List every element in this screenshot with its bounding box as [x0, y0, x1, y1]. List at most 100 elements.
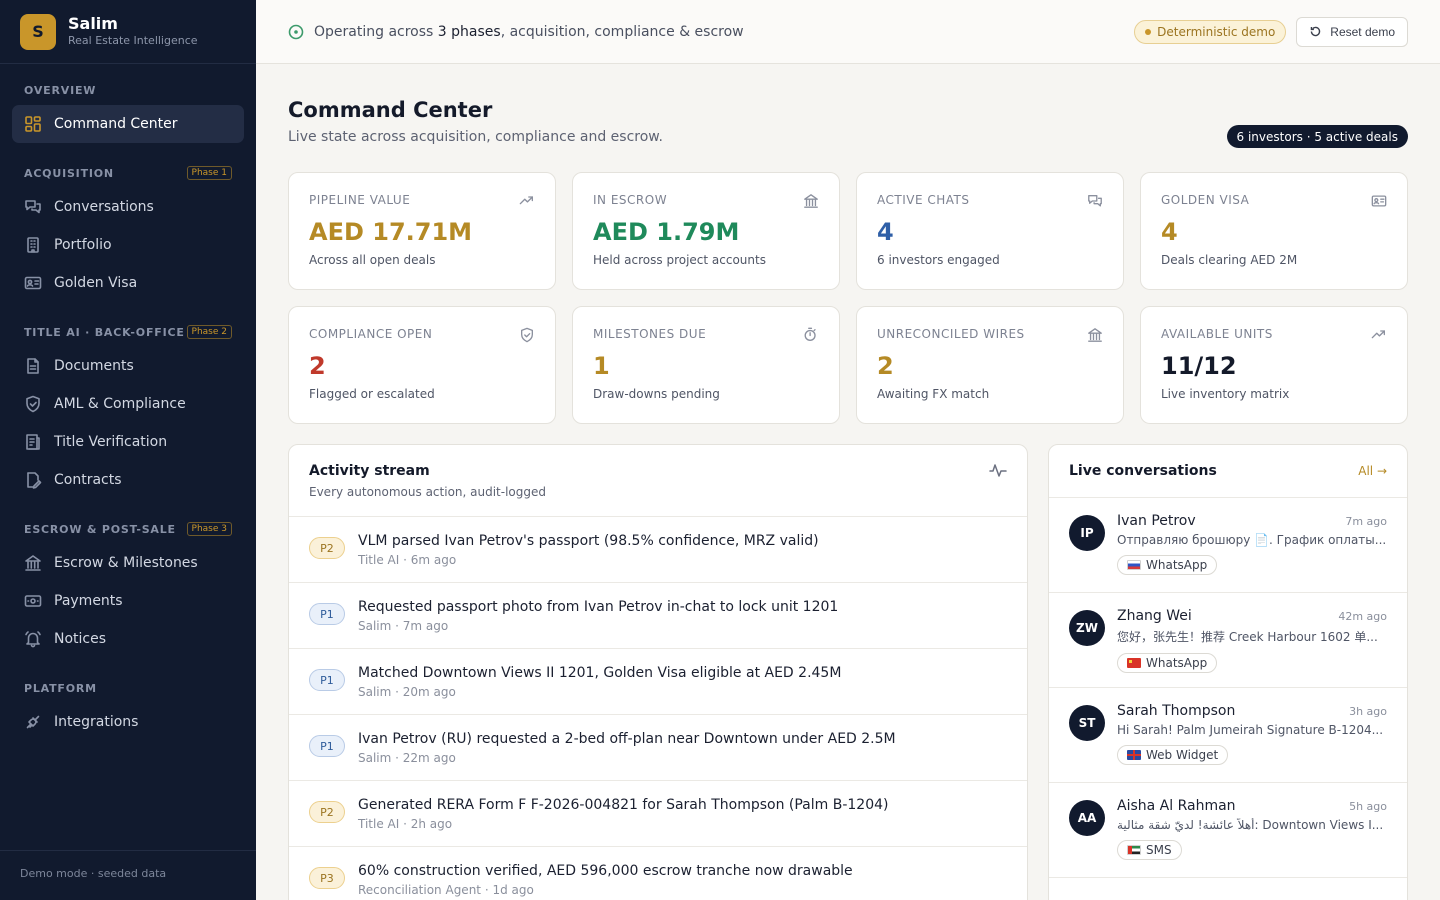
stat-label: GOLDEN VISA: [1161, 193, 1250, 207]
sidebar-item-label: Escrow & Milestones: [54, 555, 198, 571]
activity-row[interactable]: P1 Ivan Petrov (RU) requested a 2-bed off…: [289, 715, 1027, 781]
activity-meta: Title AI · 2h ago: [358, 817, 453, 831]
bank-icon: [803, 193, 819, 209]
flag-icon: [1127, 845, 1141, 855]
priority-badge: P1: [309, 669, 345, 691]
stat-label: PIPELINE VALUE: [309, 193, 411, 207]
channel-badge: SMS: [1117, 840, 1182, 860]
avatar: ST: [1069, 705, 1105, 741]
stat-label: UNRECONCILED WIRES: [877, 327, 1025, 341]
activity-meta: Salim · 22m ago: [358, 751, 456, 765]
stat-description: Across all open deals: [309, 253, 436, 267]
brand-subtitle: Real Estate Intelligence: [68, 33, 198, 47]
stat-card-pipeline-value[interactable]: PIPELINE VALUE AED 17.71M Across all open …: [288, 172, 556, 290]
page-subtitle: Live state across acquisition, complianc…: [288, 129, 663, 145]
conversation-name: Aisha Al Rahman: [1117, 798, 1236, 814]
sidebar-item-aml-compliance[interactable]: AML & Compliance: [12, 385, 244, 423]
contract-icon: [24, 471, 42, 489]
activity-text: VLM parsed Ivan Petrov's passport (98.5%…: [358, 533, 819, 549]
sidebar-item-contracts[interactable]: Contracts: [12, 461, 244, 499]
plug-icon: [24, 713, 42, 731]
activity-text: 60% construction verified, AED 596,000 e…: [358, 863, 853, 879]
sidebar-item-label: Documents: [54, 358, 134, 374]
conversation-time: 5h ago: [1349, 800, 1387, 813]
stat-description: Draw-downs pending: [593, 387, 720, 401]
activity-meta: Title AI · 6m ago: [358, 553, 457, 567]
activity-meta: Salim · 7m ago: [358, 619, 449, 633]
conversation-time: 3h ago: [1349, 705, 1387, 718]
nav-section: PLATFORM Integrations: [0, 678, 256, 741]
conversation-row[interactable]: IP Ivan Petrov 7m ago Отправляю брошюру 📄. …: [1049, 498, 1407, 593]
conversation-time: 42m ago: [1338, 610, 1387, 623]
payment-icon: [24, 592, 42, 610]
demo-badge: Deterministic demo: [1134, 19, 1287, 44]
conversation-row[interactable]: ZW Zhang Wei 42m ago 您好，张先生！推荐 Creek Harbou…: [1049, 593, 1407, 688]
stat-card-in-escrow[interactable]: IN ESCROW AED 1.79M Held across project ac…: [572, 172, 840, 290]
stat-value: 1: [593, 352, 610, 380]
document-icon: [24, 357, 42, 375]
sidebar-item-integrations[interactable]: Integrations: [12, 703, 244, 741]
channel-badge: Web Widget: [1117, 745, 1229, 765]
stat-card-active-chats[interactable]: ACTIVE CHATS 4 6 investors engaged: [856, 172, 1124, 290]
stat-value: 11/12: [1161, 352, 1237, 380]
sidebar-item-label: Golden Visa: [54, 275, 138, 291]
conversation-row[interactable]: ST Sarah Thompson 3h ago Hi Sarah! Palm Jum…: [1049, 688, 1407, 783]
activity-row[interactable]: P1 Matched Downtown Views II 1201, Golden…: [289, 649, 1027, 715]
all-conversations-link[interactable]: All →: [1358, 464, 1387, 478]
sidebar-item-label: Portfolio: [54, 237, 112, 253]
reset-demo-button[interactable]: Reset demo: [1296, 16, 1408, 47]
sidebar-item-documents[interactable]: Documents: [12, 347, 244, 385]
stat-description: Awaiting FX match: [877, 387, 990, 401]
activity-row[interactable]: P3 60% construction verified, AED 596,000…: [289, 847, 1027, 900]
chat-icon: [1087, 193, 1103, 209]
nav-section-heading: TITLE AI · BACK-OFFICE Phase 2: [12, 322, 244, 342]
brand[interactable]: S Salim Real Estate Intelligence: [0, 0, 256, 64]
sidebar-item-payments[interactable]: Payments: [12, 582, 244, 620]
stat-value: 4: [1161, 218, 1178, 246]
bell-icon: [24, 630, 42, 648]
activity-row[interactable]: P2 Generated RERA Form F F-2026-004821 fo…: [289, 781, 1027, 847]
sidebar-nav: OVERVIEW Command Center ACQUISITION Phase 1…: [0, 80, 256, 741]
activity-meta: Salim · 20m ago: [358, 685, 456, 699]
sidebar-item-conversations[interactable]: Conversations: [12, 188, 244, 226]
sidebar-item-label: Integrations: [54, 714, 139, 730]
activity-text: Matched Downtown Views II 1201, Golden V…: [358, 665, 842, 681]
sidebar-item-label: Command Center: [54, 116, 178, 132]
shield-icon: [24, 395, 42, 413]
nav-section: TITLE AI · BACK-OFFICE Phase 2 Documents AM…: [0, 322, 256, 499]
stat-card-unreconciled-wires[interactable]: UNRECONCILED WIRES 2 Awaiting FX match: [856, 306, 1124, 424]
sidebar-item-notices[interactable]: Notices: [12, 620, 244, 658]
sidebar-item-label: Notices: [54, 631, 107, 647]
activity-row[interactable]: P2 VLM parsed Ivan Petrov's passport (98.…: [289, 517, 1027, 583]
sidebar-item-escrow-milestones[interactable]: Escrow & Milestones: [12, 544, 244, 582]
priority-badge: P2: [309, 801, 345, 823]
stat-card-compliance-open[interactable]: COMPLIANCE OPEN 2 Flagged or escalated: [288, 306, 556, 424]
bank-icon: [1087, 327, 1103, 343]
stat-value: 4: [877, 218, 894, 246]
avatar: ZW: [1069, 610, 1105, 646]
activity-row[interactable]: P1 Requested passport photo from Ivan Pet…: [289, 583, 1027, 649]
sidebar-item-command-center[interactable]: Command Center: [12, 105, 244, 143]
stat-label: ACTIVE CHATS: [877, 193, 970, 207]
reset-icon: [1311, 26, 1321, 37]
main-content: Command Center Live state across acquisi…: [288, 64, 1408, 900]
building-icon: [24, 236, 42, 254]
stat-value: AED 17.71M: [309, 218, 473, 246]
nav-section-heading: OVERVIEW: [24, 83, 97, 97]
sidebar-item-golden-visa[interactable]: Golden Visa: [12, 264, 244, 302]
stat-description: Held across project accounts: [593, 253, 766, 267]
stat-card-available-units[interactable]: AVAILABLE UNITS 11/12 Live inventory matri…: [1140, 306, 1408, 424]
conversation-preview: 您好，张先生！推荐 Creek Harbour 1602 单...: [1117, 630, 1378, 644]
sidebar-item-title-verification[interactable]: Title Verification: [12, 423, 244, 461]
stat-card-golden-visa[interactable]: GOLDEN VISA 4 Deals clearing AED 2M: [1140, 172, 1408, 290]
stat-value: 2: [877, 352, 894, 380]
conversation-row[interactable]: AA Aisha Al Rahman 5h ago أهلاً عائشة! لديّ…: [1049, 783, 1407, 878]
sidebar-item-portfolio[interactable]: Portfolio: [12, 226, 244, 264]
page-title: Command Center: [288, 98, 493, 122]
bank-icon: [24, 554, 42, 572]
stat-description: Flagged or escalated: [309, 387, 435, 401]
stat-value: AED 1.79M: [593, 218, 740, 246]
brand-logo: S: [20, 13, 56, 50]
nav-section-heading: PLATFORM: [24, 681, 97, 695]
stat-card-milestones-due[interactable]: MILESTONES DUE 1 Draw-downs pending: [572, 306, 840, 424]
